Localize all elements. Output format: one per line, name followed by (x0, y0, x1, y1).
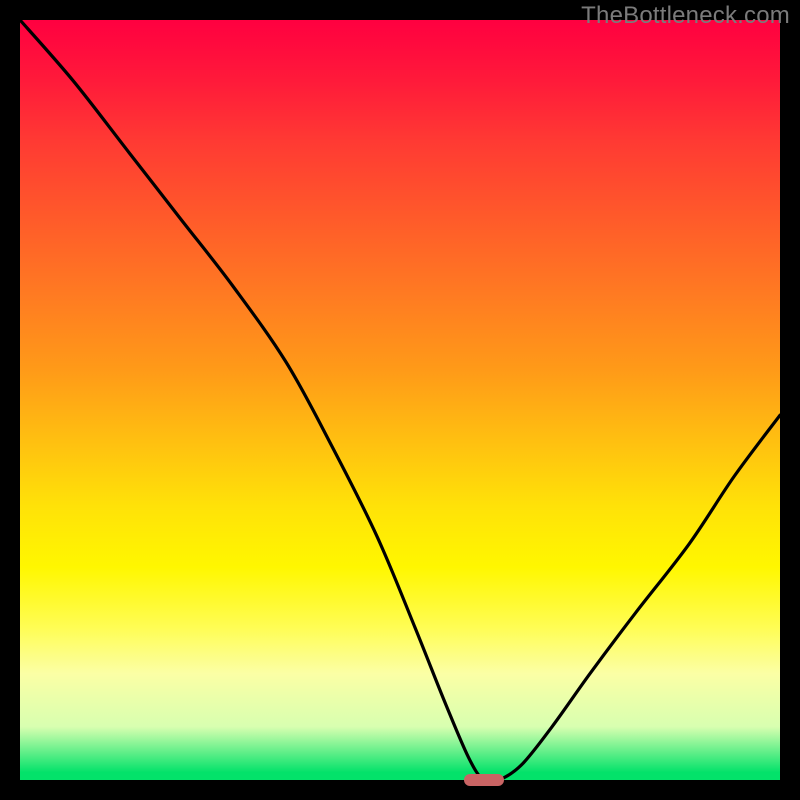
chart-frame: TheBottleneck.com (0, 0, 800, 800)
curve-path (20, 20, 780, 780)
optimum-marker (464, 774, 504, 786)
bottleneck-curve (20, 20, 780, 780)
watermark-text: TheBottleneck.com (581, 2, 790, 30)
plot-area (20, 20, 780, 780)
